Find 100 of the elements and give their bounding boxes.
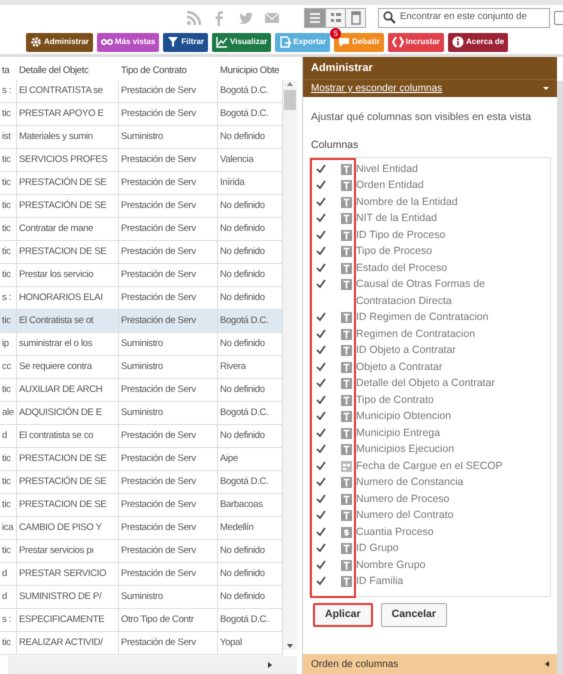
dialog-button[interactable]: Cancelar bbox=[380, 602, 447, 627]
section-header[interactable]: Mostrar y esconder columnas bbox=[303, 79, 557, 97]
checkbox[interactable] bbox=[315, 228, 327, 241]
checkbox[interactable] bbox=[315, 460, 327, 472]
column-name: ID Regimen de Contratacion bbox=[356, 310, 490, 326]
text-type-icon bbox=[341, 560, 352, 571]
toolbar-button[interactable]: Más vistas bbox=[96, 32, 160, 52]
checkbox[interactable] bbox=[315, 526, 327, 538]
table-row[interactable]: tic Prestar servicios pı Prestación de Serv No definido bbox=[0, 540, 283, 563]
table-cell: Prestar los servicio bbox=[17, 264, 119, 286]
table-row[interactable]: tic PRESTACIÓN DE SE Prestación de Serv Inírida bbox=[0, 172, 283, 195]
table-cell: PRESTACION DE SE bbox=[17, 241, 119, 263]
table-row[interactable]: s : El CONTRATISTA se Prestación de Serv Bogotá D.C. bbox=[0, 80, 283, 103]
checkbox[interactable] bbox=[315, 509, 327, 522]
panel-title: Administrar bbox=[303, 57, 557, 79]
checkbox[interactable] bbox=[315, 542, 327, 554]
table-row[interactable]: d El contratista se co Prestación de Serv No definido bbox=[0, 425, 283, 448]
toolbar-button[interactable]: Administrar bbox=[26, 32, 93, 52]
table-row[interactable]: ip suministrar el o los Suministro No definido bbox=[0, 333, 283, 356]
table-cell: El CONTRATISTA se bbox=[17, 80, 119, 102]
checkbox[interactable] bbox=[315, 426, 327, 439]
toolbar-button[interactable]: Filtrar bbox=[163, 32, 208, 52]
table-cell: tic bbox=[0, 241, 17, 263]
table-row[interactable]: tic El Contratista se ot Prestación de Serv Bogotá D.C. bbox=[0, 310, 283, 333]
checkbox[interactable] bbox=[315, 262, 327, 274]
table-row[interactable]: tic PRESTAR APOYO E Prestación de Serv Bogotá D.C. bbox=[0, 103, 283, 126]
table-row[interactable]: tic PRESTACIÓN DE SE Prestación de Serv No definido bbox=[0, 195, 283, 218]
checkbox[interactable] bbox=[315, 558, 327, 571]
table-cell: tic bbox=[0, 218, 17, 240]
text-type-icon bbox=[341, 312, 352, 324]
checkbox[interactable] bbox=[315, 212, 327, 224]
text-type-icon bbox=[341, 411, 352, 422]
view-toggle[interactable] bbox=[325, 8, 345, 26]
column-name: Municipio Entrega bbox=[356, 426, 442, 441]
checkbox[interactable] bbox=[315, 179, 327, 192]
column-header[interactable]: Municipio Obte bbox=[218, 64, 298, 78]
checkbox[interactable] bbox=[315, 492, 327, 505]
toolbar-button[interactable]: Visualizar bbox=[212, 32, 272, 52]
table-cell: Prestación de Serv bbox=[119, 517, 218, 539]
checkbox[interactable] bbox=[315, 311, 327, 324]
table-cell: tic bbox=[0, 149, 17, 171]
table-row[interactable]: d SUMINISTRO DE P/ Suministro No definido bbox=[0, 586, 283, 609]
table-cell: Prestación de Serv bbox=[119, 80, 218, 102]
table-row[interactable]: ica CAMBIO DE PISO Y Prestación de Serv Medellín bbox=[0, 517, 283, 540]
checkbox[interactable] bbox=[315, 328, 327, 340]
table-row[interactable]: tic SERVICIOS PROFES Prestación de Serv Valencia bbox=[0, 149, 283, 172]
column-name: Cuantia Proceso bbox=[356, 524, 435, 540]
section-header[interactable]: Orden de columnas bbox=[303, 654, 557, 674]
checkbox[interactable] bbox=[315, 344, 327, 356]
table-cell: tic bbox=[0, 494, 17, 516]
view-toggle[interactable] bbox=[305, 8, 325, 26]
text-type-icon bbox=[341, 477, 352, 488]
table-cell: HONORARIOS ELAI bbox=[17, 287, 119, 309]
table-row[interactable]: tic PRESTACION DE SE Prestación de Serv No definido bbox=[0, 241, 283, 264]
table-cell: CAMBIO DE PISO Y bbox=[17, 517, 119, 539]
horizontal-scrollbar[interactable] bbox=[8, 656, 297, 674]
table-cell: Otro Tipo de Contr bbox=[119, 609, 218, 631]
table-row[interactable]: cc Se requiere contra Suministro Rivera bbox=[0, 356, 283, 379]
checkbox[interactable] bbox=[315, 245, 327, 258]
column-name: Nombre Grupo bbox=[356, 558, 426, 573]
search-field[interactable]: Encontrar en este conjunto de bbox=[378, 8, 550, 28]
column-header[interactable]: Tipo de Contrato bbox=[119, 64, 218, 78]
checkbox[interactable] bbox=[315, 394, 327, 406]
checkbox[interactable] bbox=[315, 476, 327, 488]
text-type-icon bbox=[341, 230, 352, 241]
checkbox[interactable] bbox=[315, 360, 327, 373]
dialog-button[interactable]: Aplicar bbox=[313, 602, 373, 627]
checkbox[interactable] bbox=[315, 162, 327, 175]
table-cell: suministrar el o los bbox=[17, 333, 119, 355]
column-header[interactable]: Detalle del Objetc bbox=[17, 64, 119, 78]
table-cell: cc bbox=[0, 356, 17, 378]
view-toggle[interactable] bbox=[345, 8, 365, 26]
toolbar-button[interactable]: Acerca de bbox=[448, 32, 508, 52]
table-row[interactable]: tic Contratar de mane Prestación de Serv No definido bbox=[0, 218, 283, 241]
cut-off-button[interactable] bbox=[554, 10, 563, 24]
table-row[interactable]: tic Prestar los servicio Prestación de Serv No definido bbox=[0, 264, 283, 287]
column-header[interactable]: ta bbox=[0, 64, 17, 78]
table-row[interactable]: tic PRESTACION DE SE Prestación de Serv Barbacoas bbox=[0, 494, 283, 517]
checkbox[interactable] bbox=[315, 575, 327, 588]
toolbar-button[interactable]: Incrustar bbox=[388, 32, 444, 52]
table-row[interactable]: tic PRESTACION DE SE Prestación de Serv Aipe bbox=[0, 448, 283, 471]
checkbox[interactable] bbox=[315, 278, 327, 290]
table-cell: Prestación de Serv bbox=[119, 103, 218, 125]
table-row[interactable]: tic REALIZAR ACTIVID/ Prestación de Serv Yopal bbox=[0, 632, 283, 655]
table-row[interactable]: d PRESTAR SERVICIO Prestación de Serv No definido bbox=[0, 563, 283, 586]
table-row[interactable]: ist Materiales y sumin Suministro No definido bbox=[0, 126, 283, 149]
vertical-scrollbar[interactable] bbox=[283, 80, 297, 650]
checkbox[interactable] bbox=[315, 196, 327, 208]
table-row[interactable]: ale ADQUISICIÓN DE E Suministro Bogotá D.C. bbox=[0, 402, 283, 425]
column-name: Numero del Contrato bbox=[356, 508, 454, 524]
table-row[interactable]: tic AUXILIAR DE ARCH Prestación de Serv No definido bbox=[0, 379, 283, 402]
column-name: Fecha de Cargue en el SECOP bbox=[356, 458, 504, 474]
table-row[interactable]: s : ESPECIFICAMENTE Otro Tipo de Contr Bogotá D.C. bbox=[0, 609, 283, 632]
caret-icon bbox=[545, 661, 549, 667]
caret-icon bbox=[543, 87, 549, 90]
checkbox[interactable] bbox=[315, 410, 327, 422]
checkbox[interactable] bbox=[315, 443, 327, 456]
table-row[interactable]: tic PRESTACIÓN DE SE Prestación de Serv Bogotá D.C. bbox=[0, 471, 283, 494]
column-name: Estado del Proceso bbox=[356, 260, 448, 276]
checkbox[interactable] bbox=[315, 377, 327, 390]
